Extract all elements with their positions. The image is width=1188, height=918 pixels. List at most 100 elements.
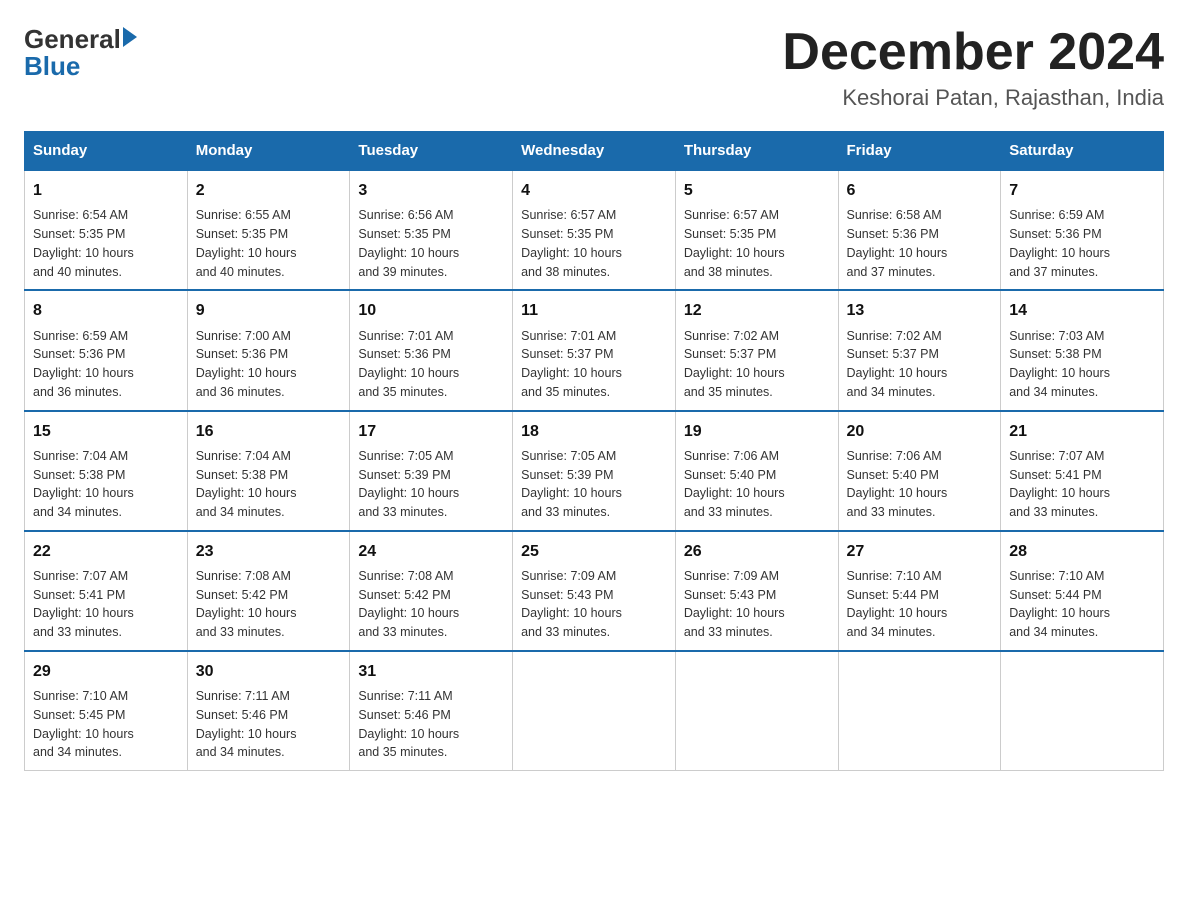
day-info: Sunrise: 7:04 AMSunset: 5:38 PMDaylight:… — [196, 447, 342, 522]
day-info: Sunrise: 6:56 AMSunset: 5:35 PMDaylight:… — [358, 206, 504, 281]
table-row — [675, 651, 838, 771]
col-sunday: Sunday — [25, 132, 188, 171]
day-number: 20 — [847, 420, 993, 443]
table-row: 12 Sunrise: 7:02 AMSunset: 5:37 PMDayligh… — [675, 290, 838, 410]
table-row: 14 Sunrise: 7:03 AMSunset: 5:38 PMDayligh… — [1001, 290, 1164, 410]
day-number: 7 — [1009, 179, 1155, 202]
day-info: Sunrise: 6:59 AMSunset: 5:36 PMDaylight:… — [1009, 206, 1155, 281]
table-row: 25 Sunrise: 7:09 AMSunset: 5:43 PMDayligh… — [513, 531, 676, 651]
day-number: 15 — [33, 420, 179, 443]
col-saturday: Saturday — [1001, 132, 1164, 171]
day-number: 22 — [33, 540, 179, 563]
day-info: Sunrise: 7:11 AMSunset: 5:46 PMDaylight:… — [196, 687, 342, 762]
col-tuesday: Tuesday — [350, 132, 513, 171]
col-thursday: Thursday — [675, 132, 838, 171]
col-friday: Friday — [838, 132, 1001, 171]
table-row: 27 Sunrise: 7:10 AMSunset: 5:44 PMDayligh… — [838, 531, 1001, 651]
day-number: 6 — [847, 179, 993, 202]
day-info: Sunrise: 7:07 AMSunset: 5:41 PMDaylight:… — [1009, 447, 1155, 522]
day-number: 14 — [1009, 299, 1155, 322]
table-row: 3 Sunrise: 6:56 AMSunset: 5:35 PMDaylight… — [350, 170, 513, 290]
table-row: 13Sunrise: 7:02 AMSunset: 5:37 PMDayligh… — [838, 290, 1001, 410]
day-info: Sunrise: 7:01 AMSunset: 5:36 PMDaylight:… — [358, 327, 504, 402]
table-row: 17Sunrise: 7:05 AMSunset: 5:39 PMDayligh… — [350, 411, 513, 531]
table-row: 1Sunrise: 6:54 AMSunset: 5:35 PMDaylight… — [25, 170, 188, 290]
day-number: 27 — [847, 540, 993, 563]
table-row: 10Sunrise: 7:01 AMSunset: 5:36 PMDayligh… — [350, 290, 513, 410]
table-row: 20 Sunrise: 7:06 AMSunset: 5:40 PMDayligh… — [838, 411, 1001, 531]
day-info: Sunrise: 7:05 AMSunset: 5:39 PMDaylight:… — [358, 447, 504, 522]
table-row: 21Sunrise: 7:07 AMSunset: 5:41 PMDayligh… — [1001, 411, 1164, 531]
calendar-table: Sunday Monday Tuesday Wednesday Thursday… — [24, 131, 1164, 771]
table-row: 6 Sunrise: 6:58 AMSunset: 5:36 PMDaylight… — [838, 170, 1001, 290]
col-wednesday: Wednesday — [513, 132, 676, 171]
calendar-week-row: 15 Sunrise: 7:04 AMSunset: 5:38 PMDayligh… — [25, 411, 1164, 531]
day-number: 12 — [684, 299, 830, 322]
day-info: Sunrise: 6:55 AMSunset: 5:35 PMDaylight:… — [196, 206, 342, 281]
month-title: December 2024 — [782, 24, 1164, 81]
table-row: 15 Sunrise: 7:04 AMSunset: 5:38 PMDayligh… — [25, 411, 188, 531]
day-number: 30 — [196, 660, 342, 683]
day-info: Sunrise: 7:07 AMSunset: 5:41 PMDaylight:… — [33, 567, 179, 642]
table-row: 11 Sunrise: 7:01 AMSunset: 5:37 PMDayligh… — [513, 290, 676, 410]
day-number: 8 — [33, 299, 179, 322]
calendar-header-row: Sunday Monday Tuesday Wednesday Thursday… — [25, 132, 1164, 171]
day-info: Sunrise: 7:11 AMSunset: 5:46 PMDaylight:… — [358, 687, 504, 762]
day-number: 4 — [521, 179, 667, 202]
day-info: Sunrise: 7:02 AMSunset: 5:37 PMDaylight:… — [684, 327, 830, 402]
day-number: 13 — [847, 299, 993, 322]
day-info: Sunrise: 7:10 AMSunset: 5:44 PMDaylight:… — [847, 567, 993, 642]
table-row: 5 Sunrise: 6:57 AMSunset: 5:35 PMDaylight… — [675, 170, 838, 290]
day-info: Sunrise: 7:04 AMSunset: 5:38 PMDaylight:… — [33, 447, 179, 522]
logo-text-blue: Blue — [24, 51, 80, 82]
day-number: 1 — [33, 179, 179, 202]
day-info: Sunrise: 6:57 AMSunset: 5:35 PMDaylight:… — [684, 206, 830, 281]
calendar-week-row: 22 Sunrise: 7:07 AMSunset: 5:41 PMDayligh… — [25, 531, 1164, 651]
day-number: 24 — [358, 540, 504, 563]
day-info: Sunrise: 6:59 AMSunset: 5:36 PMDaylight:… — [33, 327, 179, 402]
table-row: 18Sunrise: 7:05 AMSunset: 5:39 PMDayligh… — [513, 411, 676, 531]
table-row: 28Sunrise: 7:10 AMSunset: 5:44 PMDayligh… — [1001, 531, 1164, 651]
table-row: 30 Sunrise: 7:11 AMSunset: 5:46 PMDayligh… — [187, 651, 350, 771]
day-number: 2 — [196, 179, 342, 202]
table-row: 31 Sunrise: 7:11 AMSunset: 5:46 PMDayligh… — [350, 651, 513, 771]
table-row: 29Sunrise: 7:10 AMSunset: 5:45 PMDayligh… — [25, 651, 188, 771]
title-section: December 2024 Keshorai Patan, Rajasthan,… — [782, 24, 1164, 111]
day-number: 16 — [196, 420, 342, 443]
table-row: 16 Sunrise: 7:04 AMSunset: 5:38 PMDayligh… — [187, 411, 350, 531]
day-info: Sunrise: 7:00 AMSunset: 5:36 PMDaylight:… — [196, 327, 342, 402]
table-row: 24 Sunrise: 7:08 AMSunset: 5:42 PMDayligh… — [350, 531, 513, 651]
day-number: 25 — [521, 540, 667, 563]
day-info: Sunrise: 7:06 AMSunset: 5:40 PMDaylight:… — [684, 447, 830, 522]
table-row — [1001, 651, 1164, 771]
day-info: Sunrise: 7:09 AMSunset: 5:43 PMDaylight:… — [684, 567, 830, 642]
day-info: Sunrise: 7:10 AMSunset: 5:45 PMDaylight:… — [33, 687, 179, 762]
day-info: Sunrise: 7:06 AMSunset: 5:40 PMDaylight:… — [847, 447, 993, 522]
table-row — [838, 651, 1001, 771]
day-number: 11 — [521, 299, 667, 322]
table-row — [513, 651, 676, 771]
col-monday: Monday — [187, 132, 350, 171]
table-row: 8 Sunrise: 6:59 AMSunset: 5:36 PMDaylight… — [25, 290, 188, 410]
day-number: 31 — [358, 660, 504, 683]
location: Keshorai Patan, Rajasthan, India — [782, 85, 1164, 111]
day-number: 19 — [684, 420, 830, 443]
day-info: Sunrise: 7:09 AMSunset: 5:43 PMDaylight:… — [521, 567, 667, 642]
day-info: Sunrise: 6:58 AMSunset: 5:36 PMDaylight:… — [847, 206, 993, 281]
table-row: 2 Sunrise: 6:55 AMSunset: 5:35 PMDaylight… — [187, 170, 350, 290]
day-number: 26 — [684, 540, 830, 563]
table-row: 7 Sunrise: 6:59 AMSunset: 5:36 PMDaylight… — [1001, 170, 1164, 290]
day-number: 9 — [196, 299, 342, 322]
day-number: 3 — [358, 179, 504, 202]
day-info: Sunrise: 7:03 AMSunset: 5:38 PMDaylight:… — [1009, 327, 1155, 402]
calendar-week-row: 29Sunrise: 7:10 AMSunset: 5:45 PMDayligh… — [25, 651, 1164, 771]
table-row: 26 Sunrise: 7:09 AMSunset: 5:43 PMDayligh… — [675, 531, 838, 651]
table-row: 19 Sunrise: 7:06 AMSunset: 5:40 PMDayligh… — [675, 411, 838, 531]
day-info: Sunrise: 7:10 AMSunset: 5:44 PMDaylight:… — [1009, 567, 1155, 642]
day-info: Sunrise: 7:01 AMSunset: 5:37 PMDaylight:… — [521, 327, 667, 402]
day-number: 5 — [684, 179, 830, 202]
day-info: Sunrise: 7:05 AMSunset: 5:39 PMDaylight:… — [521, 447, 667, 522]
table-row: 22 Sunrise: 7:07 AMSunset: 5:41 PMDayligh… — [25, 531, 188, 651]
day-info: Sunrise: 7:08 AMSunset: 5:42 PMDaylight:… — [358, 567, 504, 642]
page-header: General Blue December 2024 Keshorai Pata… — [24, 24, 1164, 111]
